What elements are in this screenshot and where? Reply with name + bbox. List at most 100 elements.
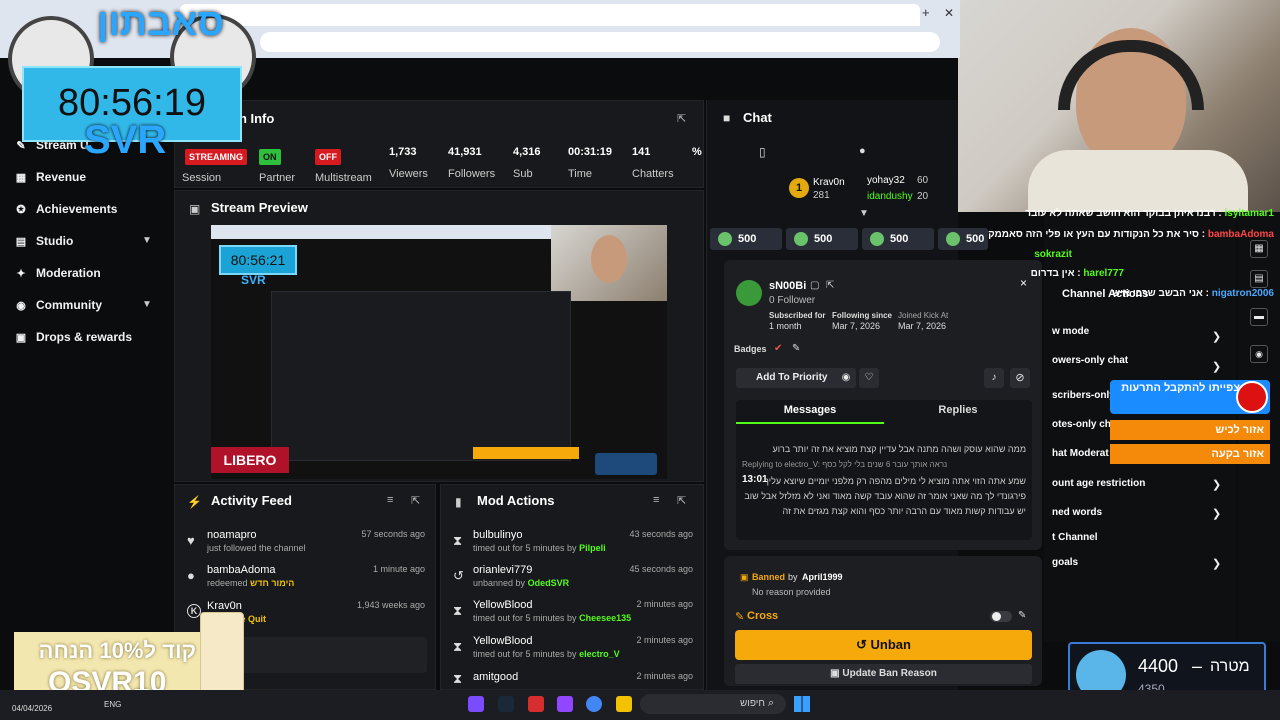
mod-by[interactable]: Cheesee135 <box>579 613 631 623</box>
stream-preview-video[interactable]: 80:56:21 SVR LIBERO <box>211 225 667 479</box>
discord-icon[interactable] <box>468 696 484 712</box>
new-tab-icon[interactable]: + <box>922 5 930 20</box>
cross-toggle[interactable] <box>990 611 1012 622</box>
grid-icon[interactable]: ▦ <box>1250 240 1268 258</box>
feed-item[interactable]: ♥ noamapro just followed the channel 57 … <box>175 529 435 563</box>
sidebar-item-label: Moderation <box>36 266 101 280</box>
app-icon[interactable] <box>528 696 544 712</box>
top-user-name[interactable]: yohay32 <box>867 175 905 186</box>
channel-action-item[interactable]: ned words <box>1052 507 1102 518</box>
ban-icon[interactable]: ⊘ <box>1010 368 1030 388</box>
redeem-500-button[interactable]: 500 <box>862 228 934 250</box>
mod-user[interactable]: YellowBlood <box>473 599 533 611</box>
tab-messages[interactable]: Messages <box>736 404 884 416</box>
chevron-right-icon[interactable]: ❯ <box>1212 360 1221 373</box>
comment-icon[interactable]: ● <box>859 145 866 157</box>
external-link-icon[interactable]: ⇱ <box>826 280 834 291</box>
steam-icon[interactable] <box>498 696 514 712</box>
update-ban-reason-button[interactable]: ▣ Update Ban Reason <box>735 664 1032 684</box>
close-window-icon[interactable]: ✕ <box>944 6 954 20</box>
redeem-500-button[interactable]: 500 <box>710 228 782 250</box>
sidebar-item-drops[interactable]: ▣ Drops & rewards <box>14 330 132 344</box>
chevron-right-icon[interactable]: ❯ <box>1212 330 1221 343</box>
document-icon[interactable]: ▤ <box>1250 270 1268 288</box>
filter-icon[interactable]: ≡ <box>387 494 393 506</box>
goal-separator: – <box>1192 656 1203 676</box>
sidebar-item-revenue[interactable]: ▦ Revenue <box>14 170 86 184</box>
channel-action-item[interactable]: w mode <box>1052 326 1089 337</box>
chevron-down-icon[interactable]: ▼ <box>142 299 152 310</box>
browser-tab[interactable] <box>180 4 920 26</box>
unban-button[interactable]: ↺ Unban <box>735 630 1032 660</box>
expand-icon[interactable]: ⇱ <box>677 112 686 125</box>
top-user-name[interactable]: idandushy <box>867 191 913 202</box>
channel-action-item[interactable]: otes-only cha <box>1052 419 1116 430</box>
filter-icon[interactable]: ≡ <box>653 494 659 506</box>
mod-user[interactable]: orianlevi779 <box>473 564 532 576</box>
stat-viewers: 1,733 Viewers <box>389 146 428 180</box>
following-value: Mar 7, 2026 <box>832 321 881 331</box>
redeem-500-button[interactable]: 500 <box>786 228 858 250</box>
address-bar[interactable] <box>260 32 940 52</box>
edit-icon[interactable]: ✎ <box>792 343 800 354</box>
eye-icon[interactable]: ◉ <box>836 368 856 388</box>
obs-icon[interactable] <box>557 696 573 712</box>
feed-item[interactable]: ● bambaAdoma redeemed הימור חדש 1 minute… <box>175 564 435 598</box>
language-indicator[interactable]: ENG <box>104 700 121 709</box>
channel-action-item[interactable]: scribers-only <box>1052 390 1115 401</box>
overlay-chat-line: harel777 : אין בדרום <box>1030 268 1124 279</box>
feed-user[interactable]: noamapro <box>207 529 257 541</box>
mod-user[interactable]: amitgood <box>473 671 518 683</box>
expand-icon[interactable]: ⇱ <box>677 494 686 507</box>
top-user-name[interactable]: Krav0n <box>813 177 845 188</box>
overlay-chat-line: isyitamar1 : רבנו איתן בבוקר הוא חושב שא… <box>1025 208 1274 219</box>
feed-user[interactable]: Krav0n <box>207 600 242 612</box>
sidebar-item-studio[interactable]: ▤ Studio <box>14 234 74 248</box>
folder-icon[interactable] <box>616 696 632 712</box>
mod-by[interactable]: Pilpeli <box>579 543 606 553</box>
mod-item[interactable]: ⧗ YellowBlood timed out for 5 minutes by e… <box>441 635 703 669</box>
broadcast-icon[interactable]: ◉ <box>1250 345 1268 363</box>
mod-item[interactable]: ⧗ YellowBlood timed out for 5 minutes by C… <box>441 599 703 633</box>
channel-action-item[interactable]: t Channel <box>1052 532 1098 543</box>
mod-user[interactable]: bulbulinyo <box>473 529 523 541</box>
mod-item[interactable]: ⧗ amitgood 2 minutes ago <box>441 671 703 689</box>
chrome-icon[interactable] <box>586 696 602 712</box>
expand-icon[interactable]: ⇱ <box>411 494 420 507</box>
channel-action-item[interactable]: ount age restriction <box>1052 478 1145 489</box>
copy-icon[interactable]: ▢ <box>810 280 819 291</box>
mod-item[interactable]: ⧗ bulbulinyo timed out for 5 minutes by Pi… <box>441 529 703 563</box>
trash-icon[interactable]: ▯ <box>759 145 766 159</box>
sidebar-item-achievements[interactable]: ✪ Achievements <box>14 202 117 216</box>
sidebar-item-moderation[interactable]: ✦ Moderation <box>14 266 101 280</box>
windows-start-icon[interactable] <box>794 696 810 712</box>
chevron-right-icon[interactable]: ❯ <box>1212 478 1221 491</box>
mod-by[interactable]: electro_V <box>579 649 620 659</box>
add-to-priority-button[interactable]: Add To Priority <box>736 368 842 388</box>
studio-icon: ▤ <box>15 235 27 248</box>
kick-icon: K <box>187 604 201 618</box>
mod-user[interactable]: YellowBlood <box>473 635 533 647</box>
edit-icon[interactable]: ✎ <box>1018 610 1026 621</box>
tab-replies[interactable]: Replies <box>884 404 1032 416</box>
chevron-down-icon[interactable]: ▼ <box>859 208 869 219</box>
taskbar-search[interactable]: חיפוש ⌕ <box>640 694 786 714</box>
channel-action-item[interactable]: hat Moderat <box>1052 448 1109 459</box>
chevron-right-icon[interactable]: ❯ <box>1212 557 1221 570</box>
siren-icon <box>1236 381 1268 413</box>
feed-user[interactable]: bambaAdoma <box>207 564 276 576</box>
mod-desc: timed out for 5 minutes by Cheesee135 <box>473 613 631 623</box>
close-icon[interactable]: × <box>1020 276 1027 290</box>
stat-followers: 41,931 Followers <box>448 146 495 180</box>
sidebar-item-community[interactable]: ◉ Community <box>14 298 102 312</box>
mod-item[interactable]: ↺ orianlevi779 unbanned by OdedSVR 45 secon… <box>441 564 703 598</box>
channel-action-item[interactable]: goals <box>1052 557 1078 568</box>
channel-action-item[interactable]: owers-only chat <box>1052 355 1128 366</box>
mod-by[interactable]: OdedSVR <box>528 578 570 588</box>
chevron-down-icon[interactable]: ▼ <box>142 235 152 246</box>
heart-icon[interactable]: ♡ <box>859 368 879 388</box>
chat-icon[interactable]: ▬ <box>1250 308 1268 326</box>
overlay-chat-text: אני הבשב שרבו איש <box>1112 288 1203 299</box>
mute-icon[interactable]: ♪ <box>984 368 1004 388</box>
chevron-right-icon[interactable]: ❯ <box>1212 507 1221 520</box>
